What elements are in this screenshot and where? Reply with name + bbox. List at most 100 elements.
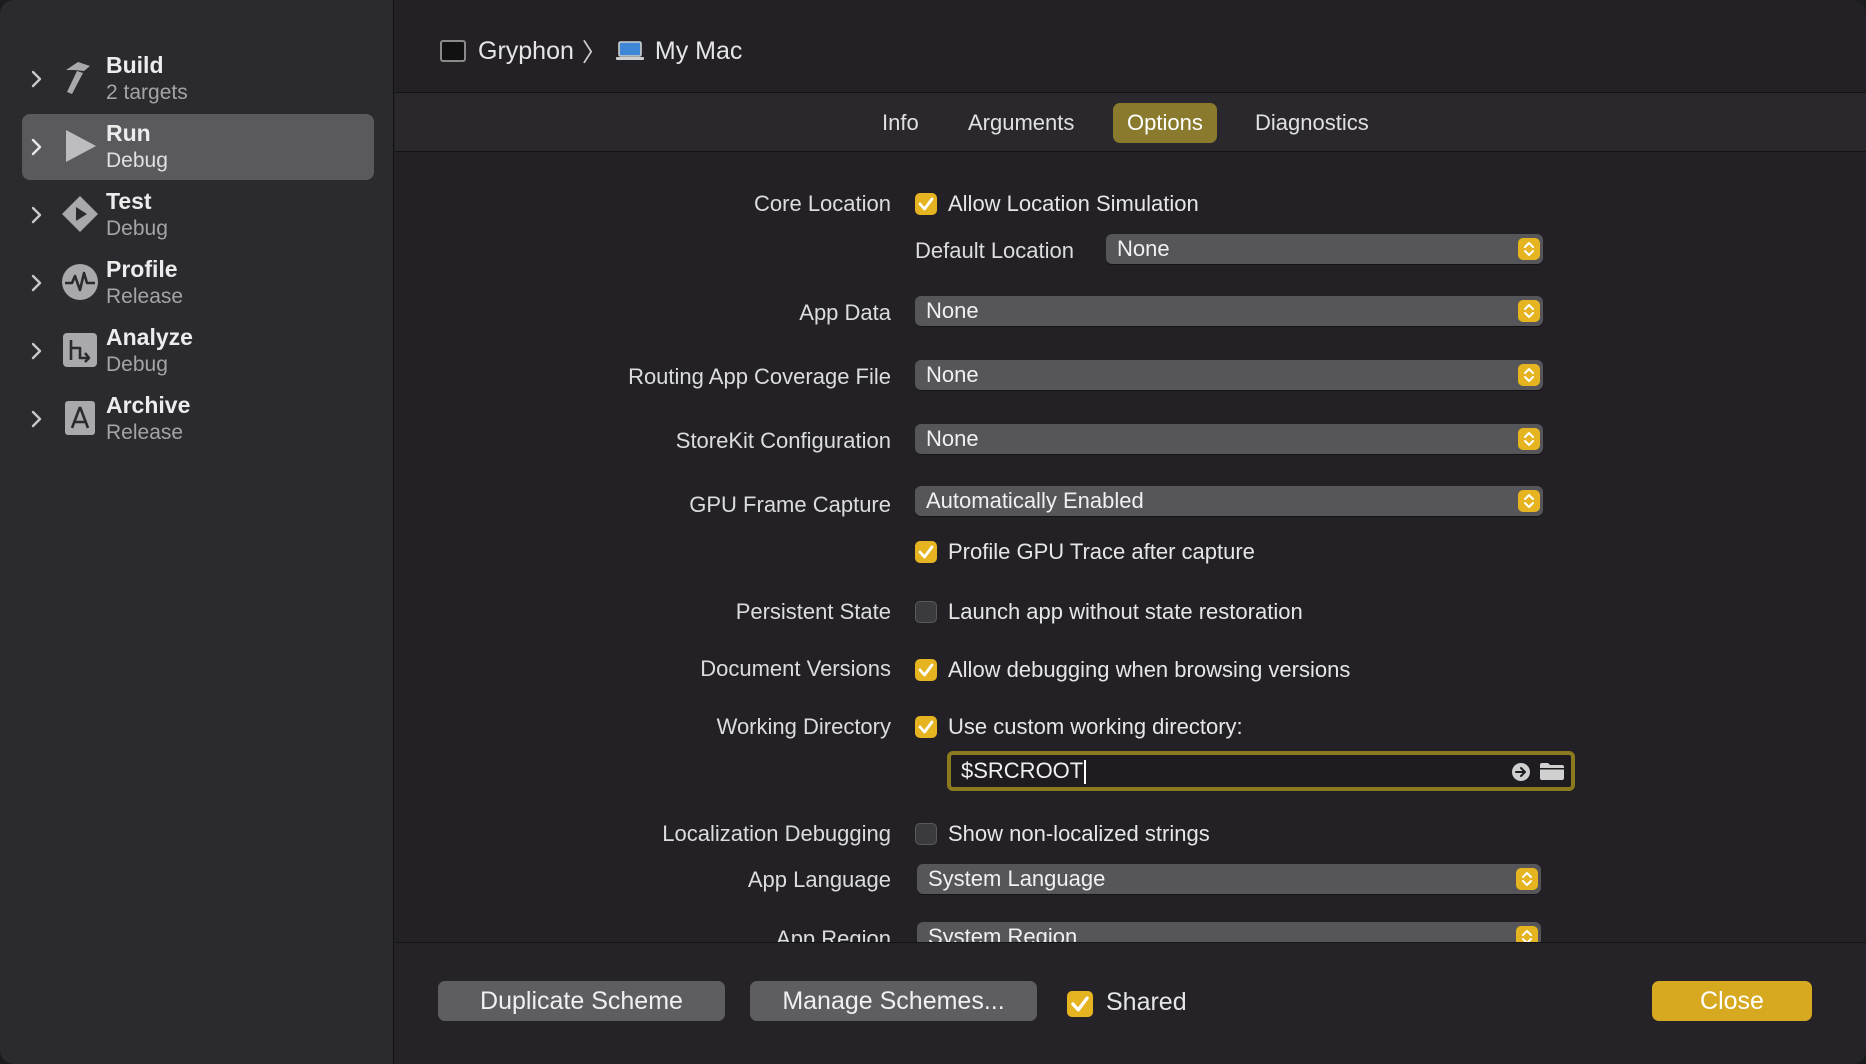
- chevron-right-icon[interactable]: [30, 68, 44, 90]
- sidebar-item-subtitle: Release: [106, 421, 184, 444]
- app-region-popup[interactable]: System Region: [917, 922, 1541, 942]
- routing-coverage-popup[interactable]: None: [915, 360, 1543, 390]
- profile-gpu-trace-label: Profile GPU Trace after capture: [948, 539, 1255, 564]
- app-language-label: App Language: [747, 867, 891, 892]
- breadcrumb-separator: 〉: [581, 39, 607, 67]
- sidebar-item-archive[interactable]: Archive Release: [22, 386, 374, 452]
- localization-debugging-label: Localization Debugging: [662, 821, 891, 846]
- popup-value: Automatically Enabled: [926, 488, 1144, 513]
- custom-working-directory-checkbox[interactable]: [915, 716, 937, 738]
- storekit-config-label: StoreKit Configuration: [675, 428, 891, 453]
- document-versions-label: Document Versions: [700, 656, 891, 681]
- app-data-popup[interactable]: None: [915, 296, 1543, 326]
- popup-value: None: [926, 426, 979, 451]
- up-down-arrows-icon: [1518, 490, 1540, 512]
- tab-arguments[interactable]: Arguments: [954, 103, 1088, 143]
- show-non-localized-checkbox[interactable]: [915, 823, 937, 845]
- sidebar-item-analyze[interactable]: Analyze Debug: [22, 318, 374, 384]
- chevron-right-icon[interactable]: [30, 272, 44, 294]
- popup-value: System Region: [928, 924, 1078, 942]
- allow-debugging-versions-label: Allow debugging when browsing versions: [948, 657, 1351, 682]
- popup-value: None: [1117, 236, 1170, 261]
- folder-icon[interactable]: [1539, 761, 1565, 781]
- working-directory-field[interactable]: $SRCROOT: [947, 751, 1575, 791]
- shared-label: Shared: [1106, 988, 1187, 1016]
- up-down-arrows-icon: [1518, 364, 1540, 386]
- custom-working-directory-label: Use custom working directory:: [948, 714, 1243, 739]
- sidebar-item-label: Profile: [106, 256, 178, 282]
- checkmark-icon: [1071, 996, 1089, 1012]
- sidebar-item-label: Archive: [106, 392, 191, 418]
- working-directory-value: $SRCROOT: [961, 758, 1084, 783]
- sidebar-item-subtitle: Release: [106, 285, 184, 308]
- chevron-right-icon[interactable]: [30, 136, 44, 158]
- sidebar-item-subtitle: Debug: [106, 149, 168, 172]
- tab-diagnostics[interactable]: Diagnostics: [1241, 103, 1383, 143]
- storekit-config-popup[interactable]: None: [915, 424, 1543, 454]
- app-data-label: App Data: [799, 300, 891, 325]
- sidebar-item-label: Build: [106, 52, 164, 78]
- app-language-popup[interactable]: System Language: [917, 864, 1541, 894]
- sidebar-item-subtitle: Debug: [106, 217, 168, 240]
- options-form: Core Location Allow Location Simulation …: [395, 152, 1866, 942]
- tab-info[interactable]: Info: [868, 103, 933, 143]
- archive-icon: [65, 401, 95, 435]
- manage-schemes-button[interactable]: Manage Schemes...: [750, 981, 1037, 1021]
- sidebar-item-test[interactable]: Test Debug: [22, 182, 374, 248]
- launch-without-restoration-checkbox[interactable]: [915, 601, 937, 623]
- default-location-label: Default Location: [915, 238, 1074, 263]
- popup-value: System Language: [928, 866, 1106, 891]
- chevron-right-icon[interactable]: [30, 340, 44, 362]
- scheme-detail-pane: Gryphon 〉 My Mac Info Arguments Options …: [395, 0, 1866, 1064]
- text-caret: [1084, 760, 1087, 785]
- chevron-right-icon[interactable]: [30, 204, 44, 226]
- scheme-editor-window: Build 2 targets Run Debug Test Debug Pro…: [0, 0, 1866, 1064]
- popup-value: None: [926, 298, 979, 323]
- waveform-icon: [62, 264, 98, 300]
- sidebar-item-profile[interactable]: Profile Release: [22, 250, 374, 316]
- up-down-arrows-icon: [1518, 300, 1540, 322]
- sidebar-item-label: Test: [106, 188, 152, 214]
- working-directory-label: Working Directory: [716, 714, 891, 739]
- up-down-arrows-icon: [1516, 926, 1538, 942]
- gpu-frame-capture-label: GPU Frame Capture: [689, 492, 891, 517]
- sidebar-item-subtitle: 2 targets: [106, 81, 188, 104]
- breadcrumb[interactable]: Gryphon 〉 My Mac: [440, 34, 742, 68]
- checkmark-icon: [918, 545, 934, 559]
- launch-without-restoration-label: Launch app without state restoration: [948, 599, 1303, 624]
- allow-debugging-versions-checkbox[interactable]: [915, 659, 937, 681]
- tab-bar: Info Arguments Options Diagnostics: [395, 93, 1866, 152]
- app-region-label: App Region: [776, 926, 891, 942]
- play-icon: [66, 130, 96, 162]
- sidebar-item-build[interactable]: Build 2 targets: [22, 46, 374, 112]
- checkmark-icon: [918, 663, 934, 677]
- popup-value: None: [926, 362, 979, 387]
- allow-location-simulation-checkbox[interactable]: [915, 193, 937, 215]
- persistent-state-label: Persistent State: [735, 599, 891, 624]
- hammer-icon: [66, 62, 90, 94]
- tab-options[interactable]: Options: [1113, 103, 1217, 143]
- terminal-app-icon: [440, 40, 466, 62]
- scheme-action-sidebar: Build 2 targets Run Debug Test Debug Pro…: [0, 0, 394, 1064]
- scheme-footer: Duplicate Scheme Manage Schemes... Share…: [395, 942, 1866, 1064]
- show-non-localized-label: Show non-localized strings: [948, 821, 1210, 846]
- go-arrow-icon[interactable]: [1511, 762, 1531, 782]
- profile-gpu-trace-checkbox[interactable]: [915, 541, 937, 563]
- default-location-popup[interactable]: None: [1106, 234, 1543, 264]
- laptop-icon: [615, 41, 644, 60]
- scheme-header: Gryphon 〉 My Mac: [395, 0, 1866, 93]
- test-diamond-icon: [62, 196, 98, 232]
- up-down-arrows-icon: [1516, 868, 1538, 890]
- sidebar-item-label: Analyze: [106, 324, 193, 350]
- duplicate-scheme-button[interactable]: Duplicate Scheme: [438, 981, 725, 1021]
- up-down-arrows-icon: [1518, 428, 1540, 450]
- sidebar-item-run[interactable]: Run Debug: [22, 114, 374, 180]
- chevron-right-icon[interactable]: [30, 408, 44, 430]
- shared-checkbox[interactable]: [1067, 991, 1093, 1017]
- close-button[interactable]: Close: [1652, 981, 1812, 1021]
- sidebar-item-label: Run: [106, 120, 151, 146]
- gpu-frame-capture-popup[interactable]: Automatically Enabled: [915, 486, 1543, 516]
- analyze-icon: [63, 333, 97, 367]
- checkmark-icon: [918, 197, 934, 211]
- destination-name: My Mac: [654, 36, 743, 65]
